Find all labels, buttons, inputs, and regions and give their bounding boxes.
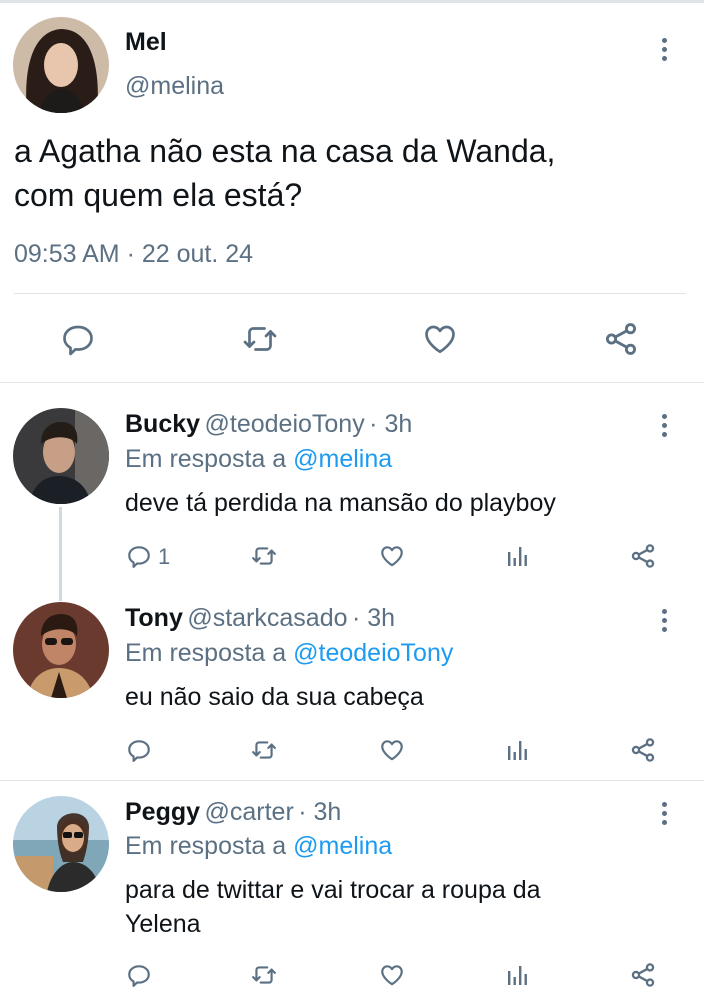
- reply-time[interactable]: · 3h: [369, 410, 412, 438]
- reply-prefix: Em resposta a: [125, 832, 287, 860]
- top-border: [0, 0, 704, 3]
- tweet-timestamp[interactable]: 09:53 AM · 22 out. 24: [14, 240, 253, 269]
- reply-mention[interactable]: @teodeioTony: [293, 639, 453, 667]
- reply-header: Peggy @carter · 3h: [125, 798, 341, 827]
- tweet-text: a Agatha não esta na casa da Wanda, com …: [14, 129, 694, 217]
- heart-icon[interactable]: [421, 321, 459, 357]
- reply-text-line: para de twittar e vai trocar a roupa da: [125, 876, 541, 904]
- share-icon[interactable]: [629, 736, 657, 764]
- author-handle[interactable]: @melina: [125, 72, 224, 101]
- tweet-text-line: a Agatha não esta na casa da Wanda,: [14, 133, 556, 169]
- reply-header: Bucky @teodeioTony · 3h: [125, 410, 412, 439]
- analytics-icon[interactable]: [506, 963, 530, 987]
- reply-icon[interactable]: [126, 737, 152, 763]
- reply-header: Tony @starkcasado · 3h: [125, 604, 395, 633]
- more-options-icon[interactable]: [662, 38, 668, 65]
- author-name[interactable]: Peggy: [125, 798, 200, 826]
- retweet-icon[interactable]: [249, 737, 279, 763]
- author-name[interactable]: Bucky: [125, 410, 200, 438]
- reply-text-line: Yelena: [125, 910, 201, 938]
- reply-time[interactable]: · 3h: [298, 798, 341, 826]
- reply-context: Em resposta a @melina: [125, 445, 392, 474]
- analytics-icon[interactable]: [506, 544, 530, 568]
- author-name[interactable]: Mel: [125, 28, 167, 57]
- avatar-bucky[interactable]: [13, 408, 109, 504]
- share-icon[interactable]: [602, 320, 640, 358]
- reply-prefix: Em resposta a: [125, 639, 287, 667]
- tweet-text-line: com quem ela está?: [14, 177, 303, 213]
- reply-count: 1: [158, 544, 171, 569]
- section-divider: [0, 780, 704, 781]
- heart-icon[interactable]: [377, 737, 407, 763]
- more-options-icon[interactable]: [662, 414, 668, 441]
- reply-mention[interactable]: @melina: [293, 832, 392, 860]
- retweet-icon[interactable]: [249, 962, 279, 988]
- reply-time[interactable]: · 3h: [352, 604, 395, 632]
- reply-context: Em resposta a @teodeioTony: [125, 639, 453, 668]
- author-name[interactable]: Tony: [125, 604, 183, 632]
- more-options-icon[interactable]: [662, 802, 668, 829]
- reply-prefix: Em resposta a: [125, 445, 287, 473]
- reply-icon[interactable]: [126, 962, 152, 988]
- avatar-mel[interactable]: [13, 17, 109, 113]
- reply-text: eu não saio da sua cabeça: [125, 683, 424, 711]
- share-icon[interactable]: [629, 542, 657, 570]
- heart-icon[interactable]: [377, 962, 407, 988]
- reply-text: deve tá perdida na mansão do playboy: [125, 489, 556, 517]
- divider: [14, 293, 686, 294]
- author-handle[interactable]: @carter: [204, 798, 293, 826]
- thread-line: [59, 507, 62, 601]
- heart-icon[interactable]: [377, 543, 407, 569]
- reply-icon[interactable]: [126, 543, 152, 569]
- retweet-icon[interactable]: [249, 543, 279, 569]
- author-handle[interactable]: @teodeioTony: [205, 410, 365, 438]
- author-handle[interactable]: @starkcasado: [187, 604, 347, 632]
- share-icon[interactable]: [629, 961, 657, 989]
- reply-icon[interactable]: [60, 321, 96, 357]
- section-divider: [0, 382, 704, 383]
- reply-context: Em resposta a @melina: [125, 832, 392, 861]
- reply-mention[interactable]: @melina: [293, 445, 392, 473]
- reply-text: para de twittar e vai trocar a roupa da …: [125, 873, 541, 941]
- avatar-peggy[interactable]: [13, 796, 109, 892]
- analytics-icon[interactable]: [506, 738, 530, 762]
- more-options-icon[interactable]: [662, 609, 668, 636]
- avatar-tony[interactable]: [13, 602, 109, 698]
- retweet-icon[interactable]: [241, 321, 279, 357]
